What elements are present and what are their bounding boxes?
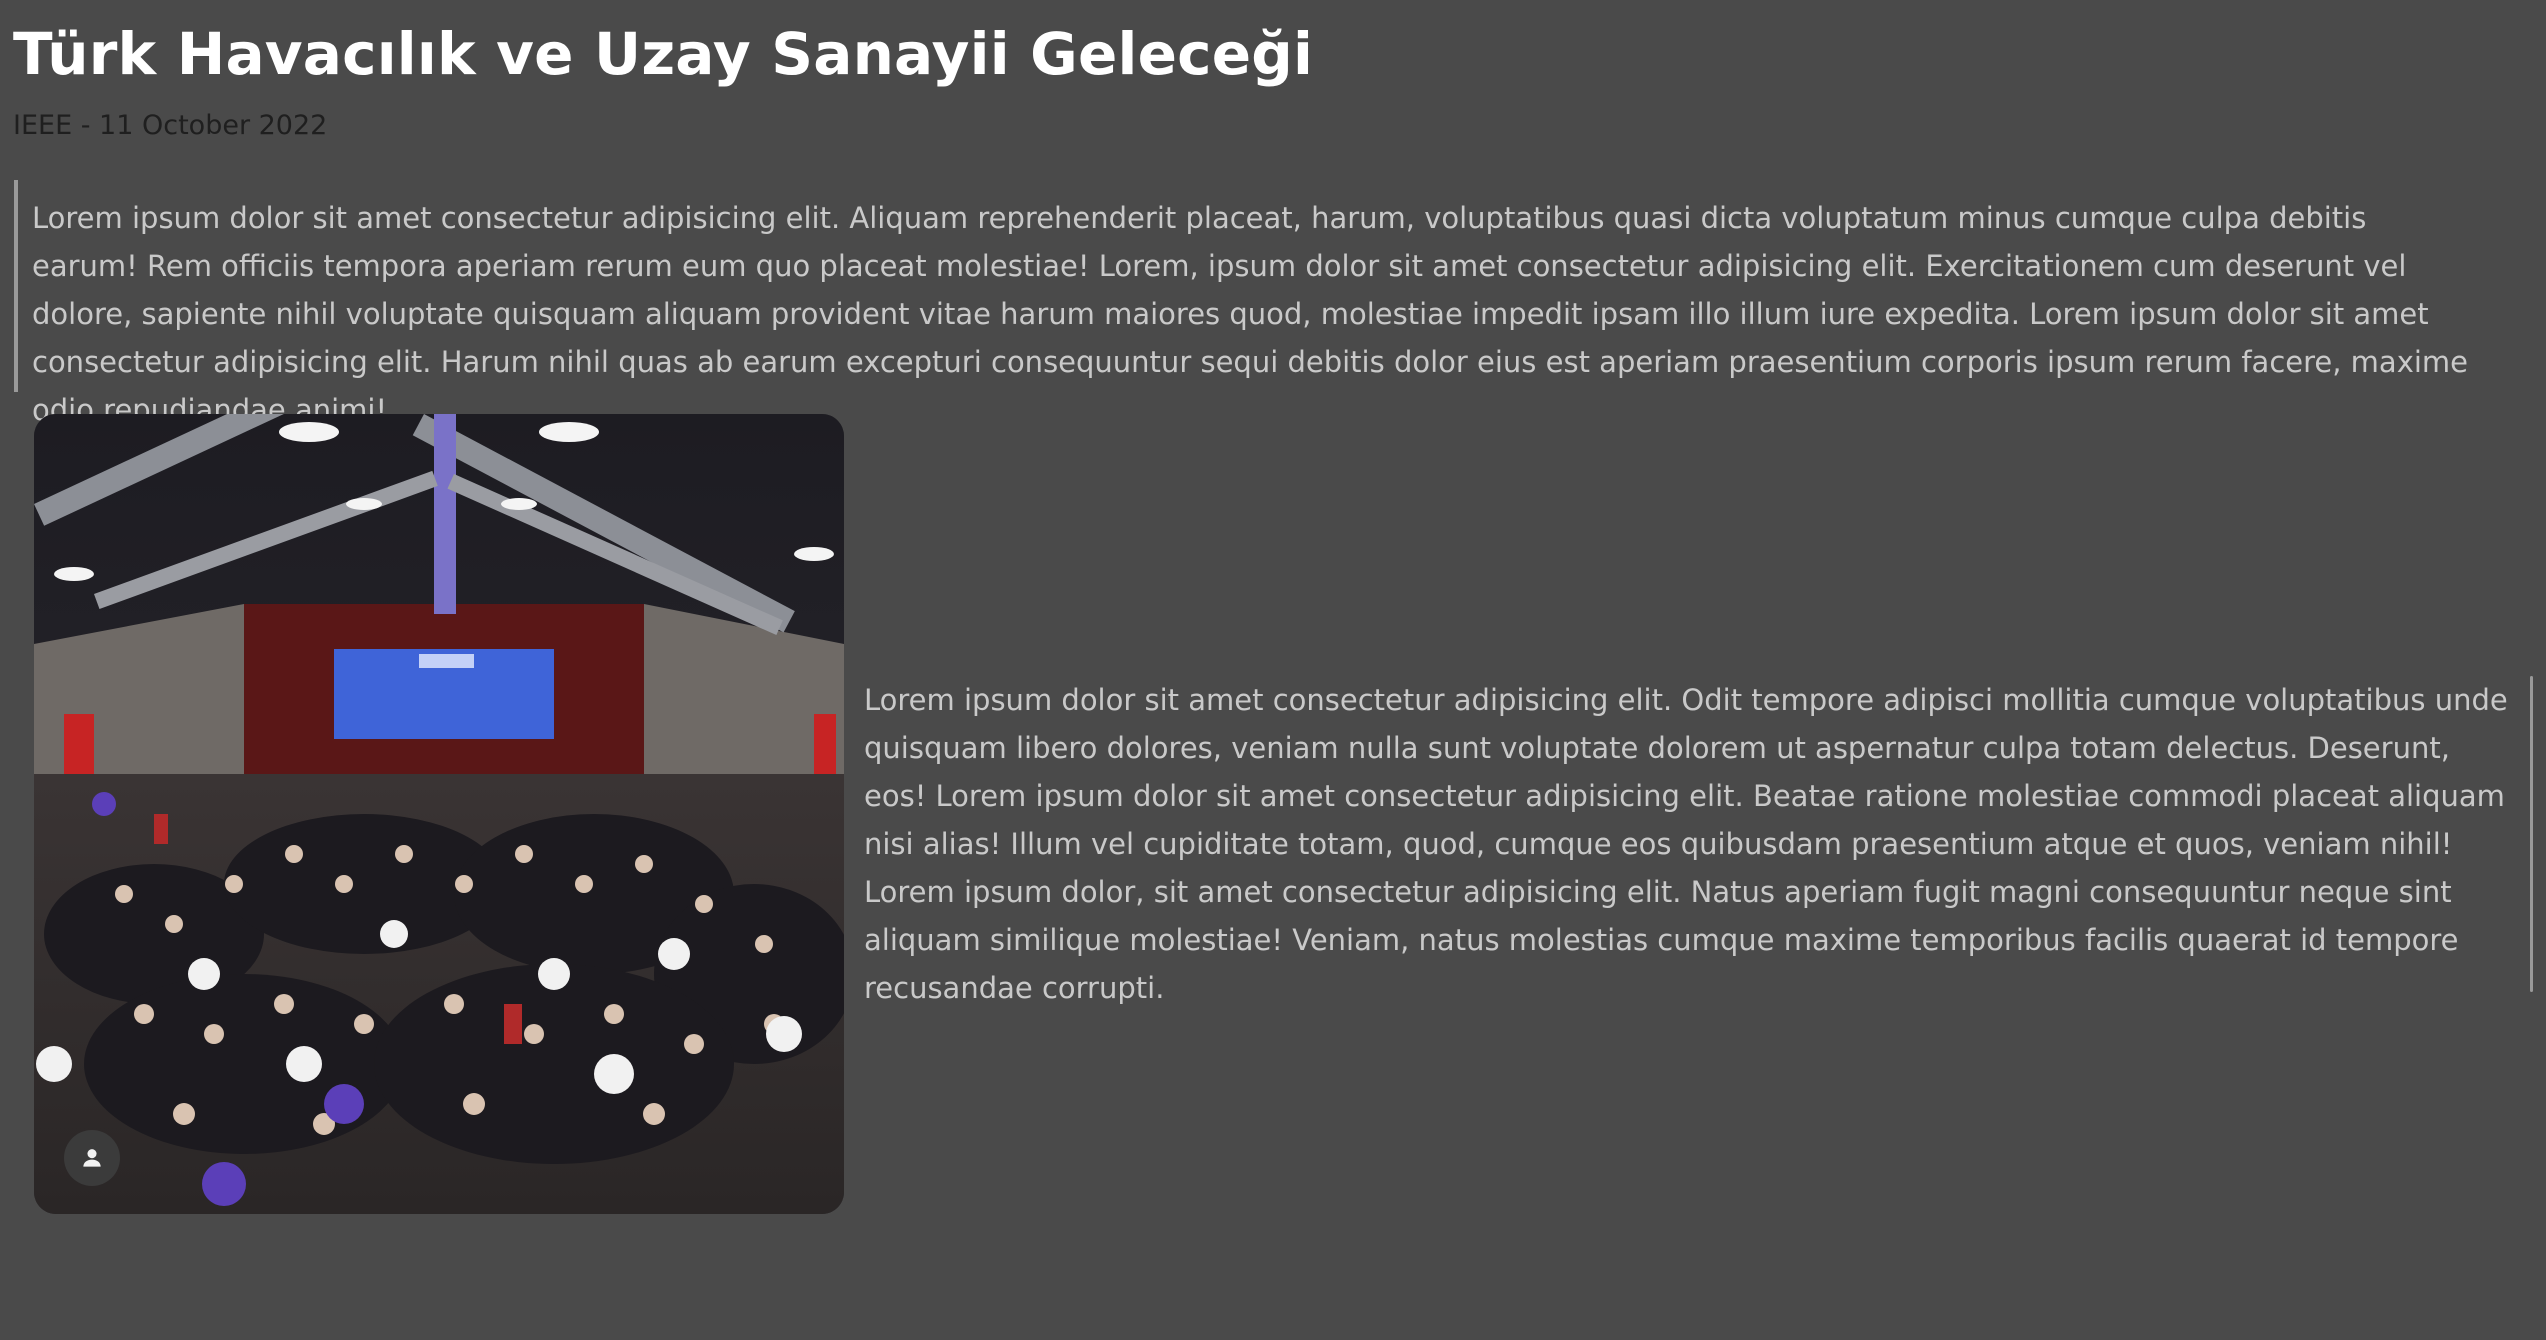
person-icon[interactable] (64, 1130, 120, 1186)
person-glyph (83, 1149, 101, 1167)
article-meta: IEEE - 11 October 2022 (13, 110, 328, 141)
quote-text: Lorem ipsum dolor sit amet consectetur a… (32, 201, 2469, 427)
event-photo (34, 414, 844, 1214)
article-quote: Lorem ipsum dolor sit amet consectetur a… (14, 180, 2468, 427)
page-title: Türk Havacılık ve Uzay Sanayii Geleceği (13, 20, 1314, 88)
event-photo-illustration (34, 414, 844, 1214)
scrollbar[interactable] (2530, 676, 2533, 992)
article: Türk Havacılık ve Uzay Sanayii Geleceği … (0, 0, 2546, 1340)
article-body: Lorem ipsum dolor sit amet consectetur a… (864, 683, 2508, 1005)
